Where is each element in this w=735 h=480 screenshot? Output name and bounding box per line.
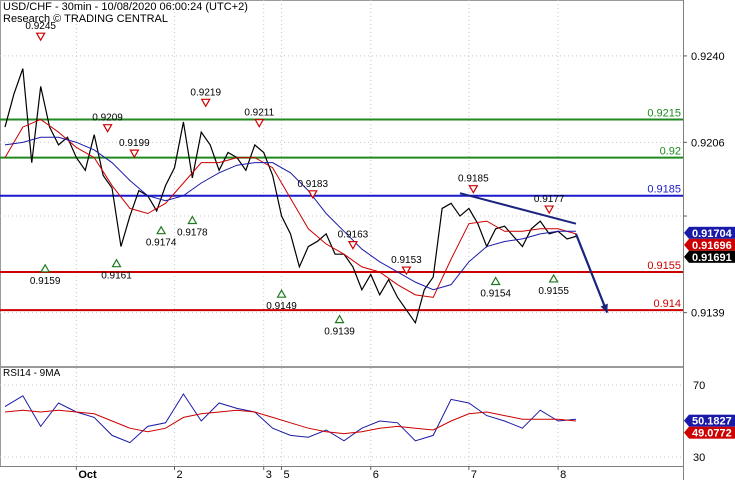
swing-high-marker	[468, 185, 479, 194]
rsi-ma-series-line	[4, 409, 576, 435]
chart-source: Research © TRADING CENTRAL	[3, 13, 168, 25]
swing-high-marker	[200, 98, 211, 108]
support-level-label: 0.914	[653, 298, 681, 310]
swing-low-label: 0.9161	[101, 271, 132, 282]
swing-low-marker	[111, 258, 122, 268]
swing-low-marker	[490, 276, 501, 286]
swing-high-label: 0.9177	[534, 194, 565, 205]
swing-high-marker	[347, 241, 358, 250]
price-value-tag-pointer	[684, 250, 689, 263]
swing-low-marker	[334, 314, 345, 324]
swing-high-marker	[401, 266, 412, 276]
swing-low-marker	[40, 263, 51, 273]
swing-high-marker	[544, 205, 555, 215]
x-tick-label: Oct	[78, 469, 97, 480]
swing-low-label: 0.9149	[266, 301, 297, 312]
swing-low-label: 0.9174	[146, 238, 177, 249]
rsi-value-tag-pointer	[684, 414, 689, 427]
swing-low-label: 0.9178	[177, 228, 208, 239]
swing-high-label: 0.9163	[338, 230, 369, 241]
y-tick-label: 0.9240	[691, 51, 725, 63]
support-level-label: 0.9155	[647, 260, 681, 272]
swing-low-label: 0.9154	[480, 289, 511, 300]
y-tick-label: 0.9139	[691, 308, 725, 320]
rsi-tick-label: 70	[693, 380, 705, 392]
rsi-value-tag-pointer	[684, 426, 689, 439]
swing-high-marker	[254, 119, 265, 128]
swing-high-marker	[35, 32, 46, 42]
price-value-tag-text: 0.91691	[692, 252, 732, 264]
resistance-level-label: 0.92	[660, 146, 681, 158]
price-value-tag-pointer	[684, 226, 689, 239]
swing-high-marker	[129, 149, 140, 159]
x-tick-label: 3	[266, 469, 272, 480]
chart-canvas: Oct 2 3 5 6 7 8 0.9240 0.9206 0.9139 70 30 0.9215 0.9…	[0, 0, 735, 480]
resistance-level-label: 0.9215	[647, 107, 681, 119]
rsi-value-tag-text: 49.0772	[692, 428, 732, 440]
x-tick-label: 6	[373, 469, 379, 480]
swing-low-marker	[548, 273, 559, 283]
swing-high-label: 0.9211	[244, 108, 274, 119]
price-value-tag-text: 0.91696	[692, 240, 732, 252]
pivot-level-label: 0.9185	[647, 184, 681, 196]
swing-high-label: 0.9183	[297, 179, 328, 190]
swing-low-marker	[187, 215, 198, 225]
rsi-title: RSI14 - 9MA	[3, 368, 61, 379]
ma-slow-series-line	[4, 136, 576, 291]
forecast-arrow-line	[574, 233, 609, 314]
chart-title: USD/CHF - 30min - 10/08/2020 06:00:24 (U…	[3, 1, 248, 13]
swing-high-label: 0.9209	[92, 113, 123, 124]
swing-high-label: 0.9219	[190, 87, 221, 98]
ma-fast-series-line	[4, 118, 577, 298]
y-tick-label: 0.9206	[691, 137, 725, 149]
swing-high-label: 0.9199	[119, 138, 150, 149]
swing-low-marker	[156, 225, 167, 235]
swing-high-marker	[307, 190, 318, 200]
swing-low-label: 0.9159	[30, 276, 61, 287]
price-value-tag-text: 0.91704	[692, 228, 733, 240]
rsi-tick-label: 30	[693, 452, 705, 464]
swing-low-label: 0.9155	[538, 286, 569, 297]
x-tick-label: 7	[471, 469, 477, 480]
main-panel-frame	[0, 0, 684, 367]
rsi-value-tag-text: 50.1827	[692, 416, 732, 428]
swing-high-label: 0.9153	[391, 255, 422, 266]
swing-low-marker	[276, 288, 287, 298]
x-tick-label: 5	[284, 469, 290, 480]
x-tick-label: 8	[560, 469, 566, 480]
x-tick-label: 2	[177, 469, 183, 480]
swing-low-label: 0.9139	[324, 327, 355, 338]
price-value-tag-pointer	[684, 238, 689, 251]
swing-high-marker	[102, 124, 113, 133]
swing-high-label: 0.9185	[458, 174, 489, 185]
rsi-series-line	[4, 393, 576, 444]
